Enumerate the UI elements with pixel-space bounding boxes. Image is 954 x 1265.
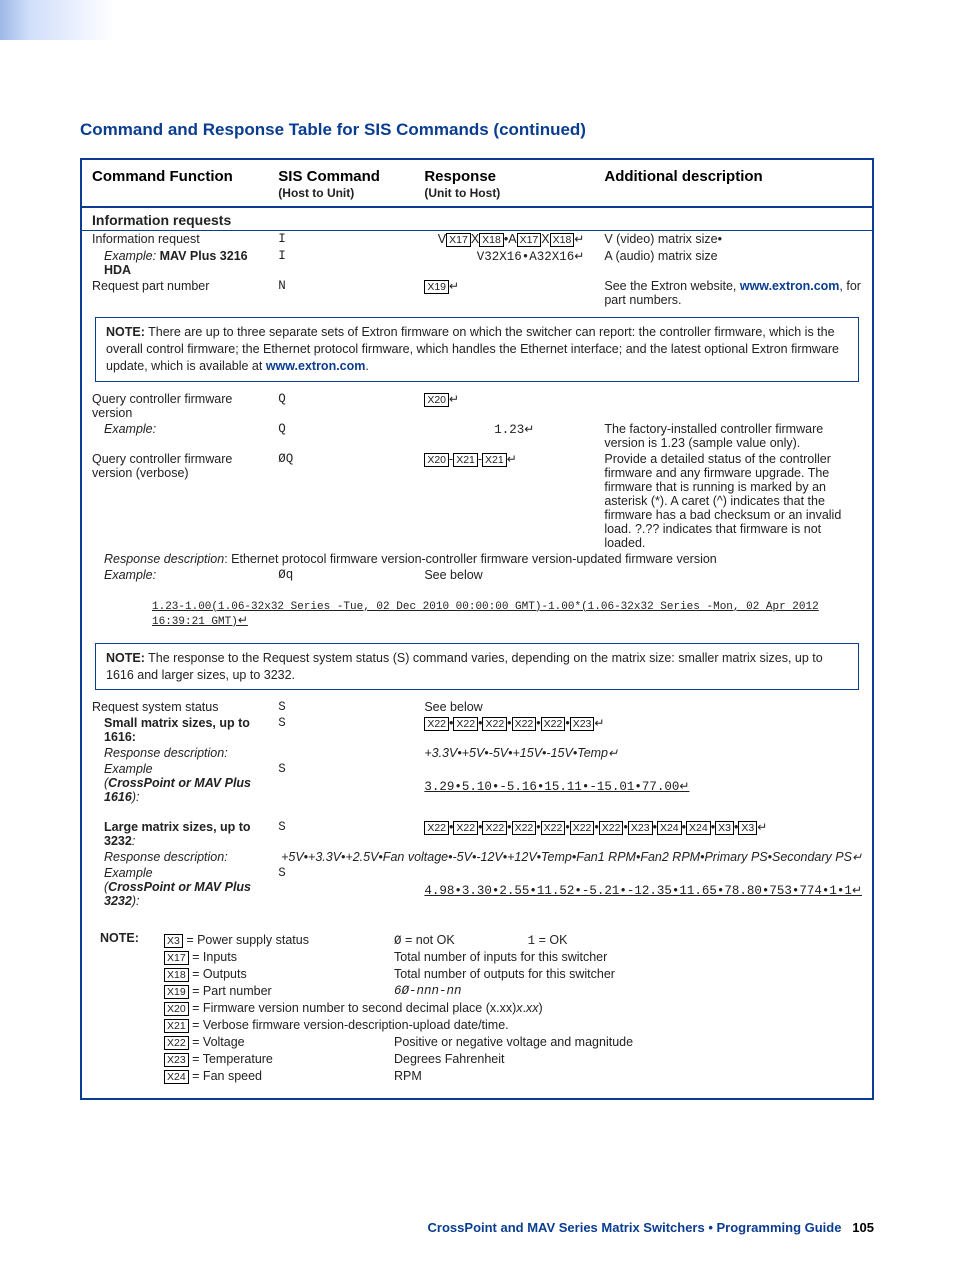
cell-resp: V32X16•A32X16 bbox=[477, 250, 575, 264]
row-info-request-example: Example: MAV Plus 3216 HDA I V32X16•A32X… bbox=[81, 248, 873, 278]
row-resp-desc: Response description: Ethernet protocol … bbox=[81, 551, 873, 567]
glossary-item: X21 = Verbose firmware version-descripti… bbox=[160, 1018, 852, 1033]
cell-resp: +5V•+3.3V•+2.5V•Fan voltage•-5V•-12V•+12… bbox=[281, 850, 852, 864]
cell-fn: Response description: bbox=[104, 746, 228, 760]
page-number: 105 bbox=[852, 1220, 874, 1235]
note-text: There are up to three separate sets of E… bbox=[106, 325, 839, 373]
row-long-response: 1.23-1.00(1.06-32x32 Series -Tue, 02 Dec… bbox=[81, 583, 873, 634]
cell-desc: A (audio) matrix size bbox=[604, 249, 717, 263]
cell-desc: The factory-installed controller firmwar… bbox=[604, 422, 823, 450]
row-small-ex: Example(CrossPoint or MAV Plus 1616): S … bbox=[81, 761, 873, 805]
section-info-requests: Information requests bbox=[81, 207, 873, 231]
glossary-item: X19 = Part number 6Ø-nnn-nn bbox=[160, 984, 852, 999]
glossary-item: X20 = Firmware version number to second … bbox=[160, 1001, 852, 1016]
cell-cmd: S bbox=[278, 866, 286, 880]
cell-cmd: Q bbox=[278, 392, 286, 406]
page-top-gradient bbox=[0, 0, 954, 40]
table-header-row: Command Function SIS Command (Host to Un… bbox=[81, 159, 873, 207]
extron-link[interactable]: www.extron.com bbox=[266, 359, 366, 373]
page-title: Command and Response Table for SIS Comma… bbox=[80, 120, 874, 140]
row-qfw: Query controller firmware version Q X20 bbox=[81, 391, 873, 421]
row-small: Small matrix sizes, up to 1616: S X22•X2… bbox=[81, 715, 873, 745]
cell-resp: 4.98•3.30•2.55•11.52•-5.21•-12.35•11.65•… bbox=[424, 884, 852, 898]
cell-fn: Request system status bbox=[92, 700, 218, 714]
resp-desc-label: Response description bbox=[104, 552, 224, 566]
col-header-function: Command Function bbox=[92, 168, 233, 185]
cell-cmd: ØQ bbox=[278, 452, 293, 466]
example-name: CrossPoint or MAV Plus 1616 bbox=[104, 776, 251, 804]
col-header-sis-sub: (Host to Unit) bbox=[278, 186, 354, 200]
section-label: Information requests bbox=[92, 212, 231, 228]
cell-fn: Small matrix sizes, up to 1616: bbox=[104, 716, 250, 744]
cell-cmd: Q bbox=[278, 422, 286, 436]
cell-cmd: I bbox=[278, 249, 286, 263]
cell-fn: Response description: bbox=[104, 850, 228, 864]
cell-desc: See the Extron website, bbox=[604, 279, 740, 293]
row-part-number: Request part number N X19 See the Extron… bbox=[81, 278, 873, 308]
cell-cmd: S bbox=[278, 716, 286, 730]
page-content: Command and Response Table for SIS Comma… bbox=[0, 40, 954, 1265]
col-header-response: Response bbox=[424, 168, 496, 185]
glossary-item: X24 = Fan speed RPM bbox=[160, 1069, 852, 1084]
row-qfw-verbose: Query controller firmware version (verbo… bbox=[81, 451, 873, 551]
cell-cmd: S bbox=[278, 700, 286, 714]
row-large-ex: Example(CrossPoint or MAV Plus 3232): S … bbox=[81, 865, 873, 909]
cell-resp: 1.23 bbox=[494, 423, 524, 437]
row-info-request: Information request I VX17XX18•AX17XX18 … bbox=[81, 231, 873, 249]
cell-resp: See below bbox=[424, 700, 482, 714]
long-response-text: 1.23-1.00(1.06-32x32 Series -Tue, 02 Dec… bbox=[152, 601, 819, 628]
row-qfwv-example: Example: Øq See below bbox=[81, 567, 873, 583]
row-rss: Request system status S See below bbox=[81, 699, 873, 715]
row-qfw-example: Example: Q 1.23 The factory-installed co… bbox=[81, 421, 873, 451]
cell-cmd: S bbox=[278, 762, 286, 776]
glossary-item: X18 = Outputs Total number of outputs fo… bbox=[160, 967, 852, 982]
extron-link[interactable]: www.extron.com bbox=[740, 279, 840, 293]
cell-cmd: S bbox=[278, 820, 286, 834]
note-row-1: NOTE: There are up to three separate set… bbox=[81, 308, 873, 391]
row-large: Large matrix sizes, up to 3232: S X22•X2… bbox=[81, 819, 873, 849]
resp-desc-text: : Ethernet protocol firmware version-con… bbox=[224, 552, 717, 566]
note-label: NOTE: bbox=[100, 931, 139, 945]
note-row-2: NOTE: The response to the Request system… bbox=[81, 634, 873, 700]
note-label: NOTE: bbox=[106, 651, 145, 665]
example-name: CrossPoint or MAV Plus 3232 bbox=[104, 880, 251, 908]
cell-cmd: N bbox=[278, 279, 286, 293]
example-label: Example: bbox=[104, 568, 156, 582]
cell-fn: Request part number bbox=[92, 279, 209, 293]
glossary-row: NOTE: X3 = Power supply status Ø = not O… bbox=[81, 929, 873, 1099]
example-label: Example: bbox=[104, 249, 160, 263]
col-header-sis: SIS Command bbox=[278, 168, 380, 185]
command-table: Command Function SIS Command (Host to Un… bbox=[80, 158, 874, 1100]
cell-cmd: I bbox=[278, 232, 286, 246]
note-box-status: NOTE: The response to the Request system… bbox=[95, 643, 859, 691]
cell-resp: See below bbox=[424, 568, 482, 582]
note-label: NOTE: bbox=[106, 325, 145, 339]
cell-resp: 3.29•5.10•-5.16•15.11•-15.01•77.00 bbox=[424, 780, 679, 794]
cell-desc: V (video) matrix size• bbox=[604, 232, 722, 246]
page-footer: CrossPoint and MAV Series Matrix Switche… bbox=[80, 1220, 874, 1235]
cell-fn: Query controller firmware version bbox=[92, 392, 232, 420]
glossary-item: X22 = Voltage Positive or negative volta… bbox=[160, 1035, 852, 1050]
footer-text: CrossPoint and MAV Series Matrix Switche… bbox=[428, 1220, 842, 1235]
cell-cmd: Øq bbox=[278, 568, 293, 582]
cell-fn: Large matrix sizes, up to 3232 bbox=[104, 820, 251, 848]
col-header-response-sub: (Unit to Host) bbox=[424, 186, 500, 200]
row-small-rd: Response description: +3.3V•+5V•-5V•+15V… bbox=[81, 745, 873, 761]
cell-fn: Query controller firmware version (verbo… bbox=[92, 452, 232, 480]
cell-resp: +3.3V•+5V•-5V•+15V•-15V•Temp bbox=[424, 746, 608, 760]
note-text: The response to the Request system statu… bbox=[106, 651, 823, 682]
note-box-firmware: NOTE: There are up to three separate set… bbox=[95, 317, 859, 382]
glossary-table: NOTE: X3 = Power supply status Ø = not O… bbox=[94, 929, 860, 1088]
glossary-item: X3 = Power supply status Ø = not OK 1 = … bbox=[160, 933, 852, 948]
glossary-item: X17 = Inputs Total number of inputs for … bbox=[160, 950, 852, 965]
example-label: Example bbox=[104, 866, 153, 880]
glossary-item: X23 = Temperature Degrees Fahrenheit bbox=[160, 1052, 852, 1067]
example-label: Example bbox=[104, 762, 153, 776]
example-label: Example: bbox=[104, 422, 156, 436]
row-large-rd: Response description: +5V•+3.3V•+2.5V•Fa… bbox=[81, 849, 873, 865]
cell-desc: Provide a detailed status of the control… bbox=[604, 452, 841, 550]
col-header-desc: Additional description bbox=[604, 168, 762, 185]
cell-fn: Information request bbox=[92, 232, 200, 246]
